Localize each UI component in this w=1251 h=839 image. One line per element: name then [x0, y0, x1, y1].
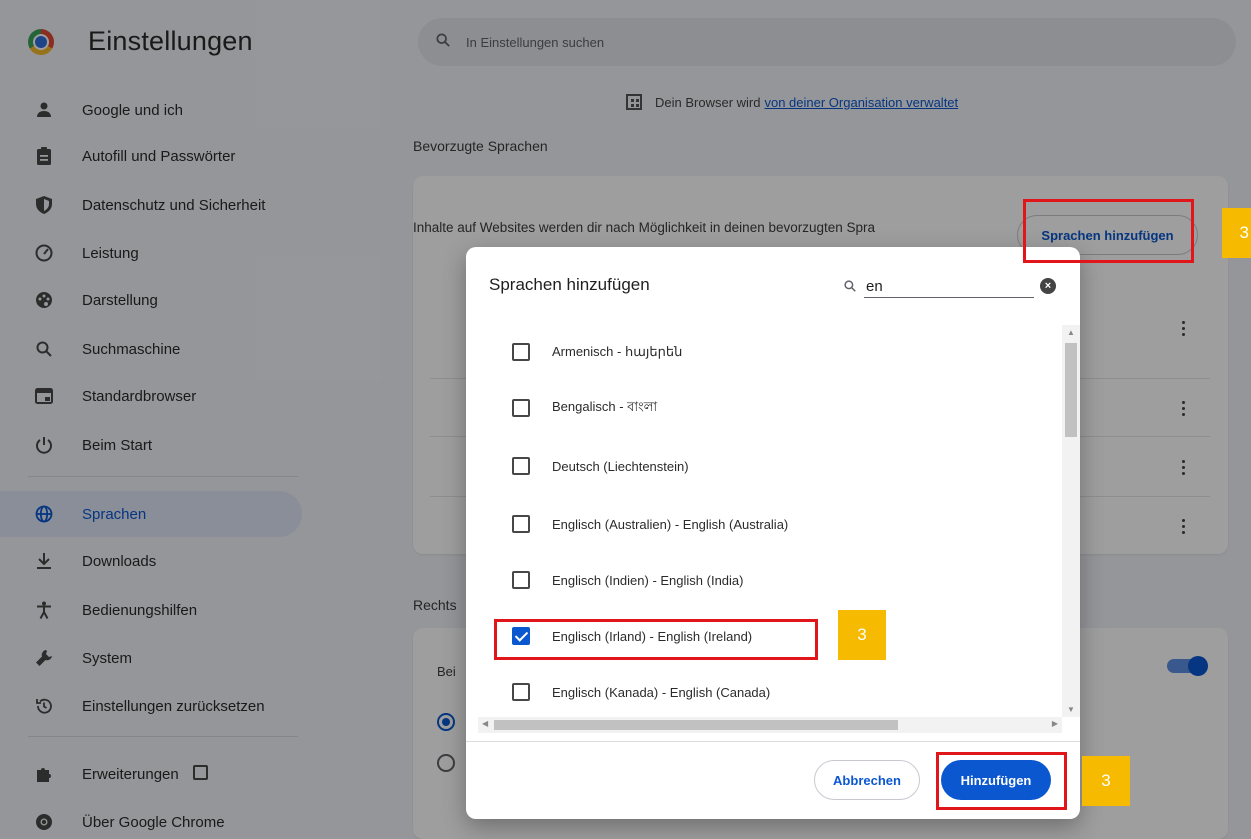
- language-option[interactable]: Bengalisch - বাংলা: [512, 393, 657, 423]
- scroll-down-arrow-icon[interactable]: ▼: [1067, 705, 1075, 714]
- scrollbar-thumb[interactable]: [494, 720, 898, 730]
- step-badge: 3: [838, 610, 886, 660]
- highlight-add-languages-button: [1023, 199, 1194, 263]
- highlight-english-ireland: [494, 619, 818, 660]
- language-option[interactable]: Armenisch - հայերեն: [512, 337, 682, 367]
- dialog-search: ×: [844, 275, 1056, 299]
- dialog-search-input[interactable]: [864, 276, 1034, 298]
- scroll-left-arrow-icon[interactable]: ◀: [482, 719, 488, 728]
- language-checkbox[interactable]: [512, 683, 530, 701]
- language-label: Deutsch (Liechtenstein): [552, 458, 689, 474]
- language-option[interactable]: Englisch (Australien) - English (Austral…: [512, 509, 788, 539]
- search-icon: [844, 279, 860, 295]
- language-checkbox[interactable]: [512, 571, 530, 589]
- scroll-up-arrow-icon[interactable]: ▲: [1067, 328, 1075, 337]
- language-checkbox[interactable]: [512, 399, 530, 417]
- dialog-footer-divider: [466, 741, 1080, 742]
- language-option[interactable]: Deutsch (Liechtenstein): [512, 451, 689, 481]
- highlight-add-button: [936, 752, 1067, 810]
- step-badge: 3: [1222, 208, 1251, 258]
- step-badge: 3: [1082, 756, 1130, 806]
- language-label: Englisch (Australien) - English (Austral…: [552, 516, 789, 532]
- dialog-title: Sprachen hinzufügen: [489, 275, 650, 294]
- horizontal-scrollbar[interactable]: ◀ ▶: [478, 717, 1062, 733]
- add-languages-dialog: Sprachen hinzufügen × Armenisch - հայերե…: [466, 247, 1080, 819]
- language-label: Armenisch - հայերեն: [552, 344, 683, 359]
- language-label: Englisch (Indien) - English (India): [552, 572, 744, 588]
- language-checkbox[interactable]: [512, 343, 530, 361]
- vertical-scrollbar[interactable]: ▲ ▼: [1062, 325, 1080, 717]
- scrollbar-thumb[interactable]: [1065, 343, 1077, 437]
- language-label: Englisch (Kanada) - English (Canada): [552, 684, 771, 700]
- scroll-right-arrow-icon[interactable]: ▶: [1052, 719, 1058, 728]
- clear-search-icon[interactable]: ×: [1040, 278, 1056, 294]
- cancel-button[interactable]: Abbrechen: [814, 760, 920, 800]
- language-option[interactable]: Englisch (Kanada) - English (Canada): [512, 677, 770, 707]
- language-checkbox[interactable]: [512, 457, 530, 475]
- language-checkbox[interactable]: [512, 515, 530, 533]
- language-option[interactable]: Englisch (Indien) - English (India): [512, 565, 743, 595]
- language-label: Bengalisch - বাংলা: [552, 398, 658, 414]
